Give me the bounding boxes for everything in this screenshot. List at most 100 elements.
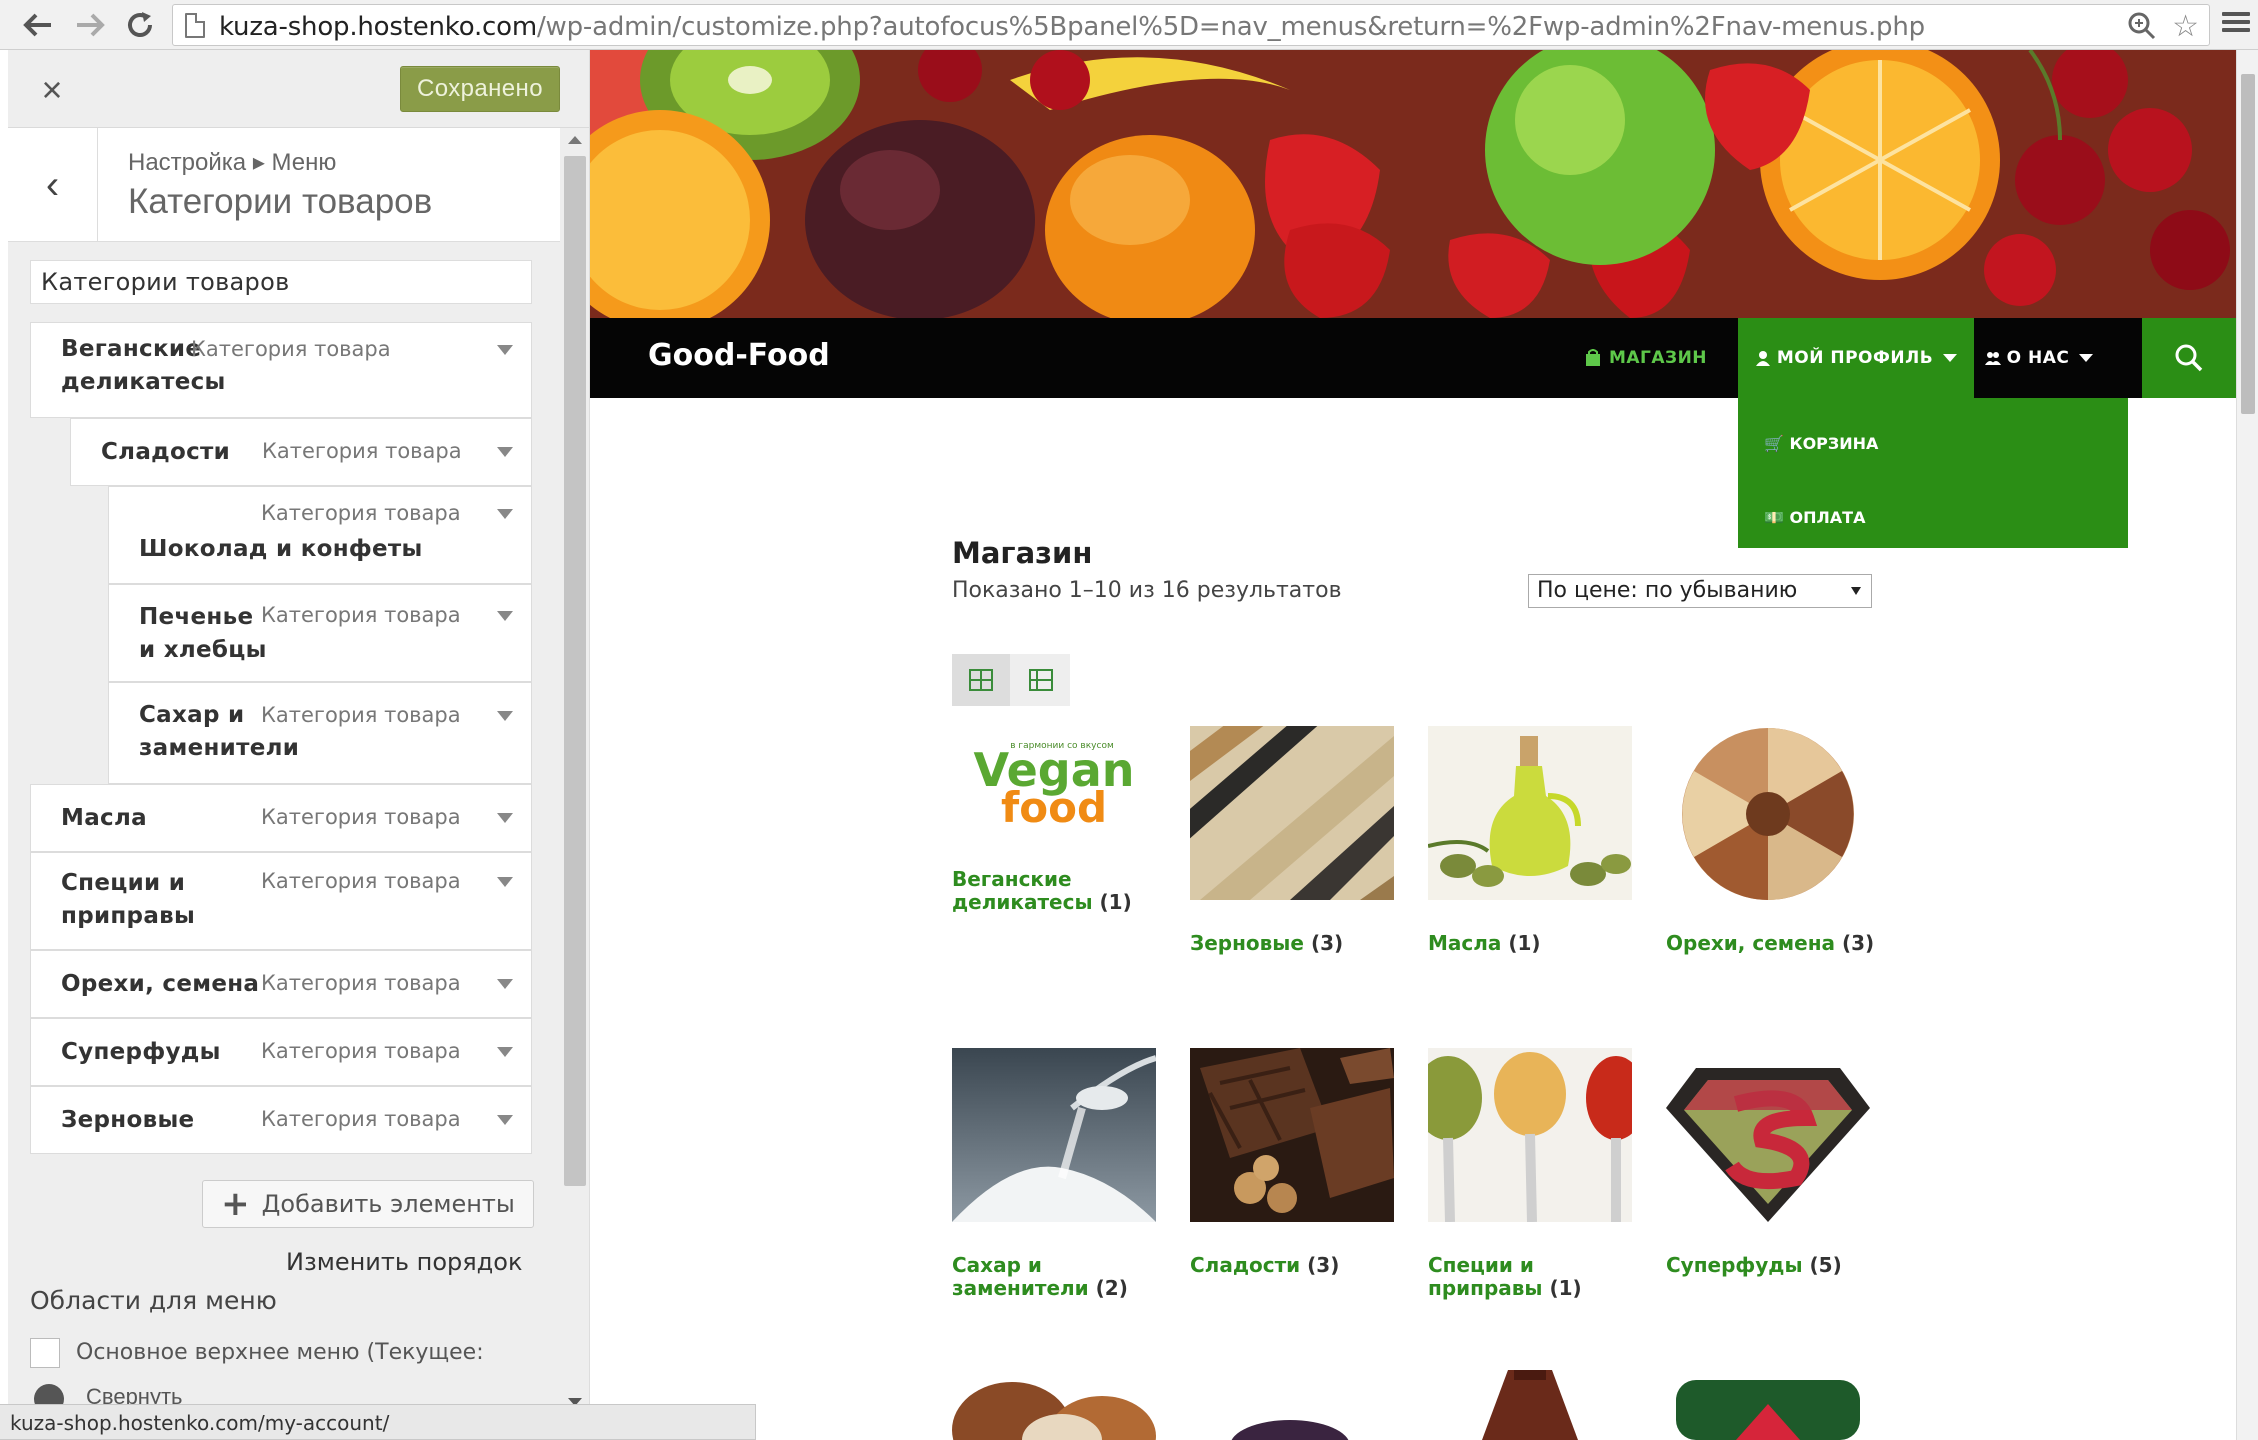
view-toggle [952, 654, 1070, 706]
nav-shop-label: МАГАЗИН [1608, 348, 1708, 368]
expand-arrow-icon[interactable] [497, 711, 513, 721]
category-name[interactable]: Масла (1) [1428, 932, 1638, 955]
category-name[interactable]: Сахар и заменители (2) [952, 1254, 1162, 1300]
expand-arrow-icon[interactable] [497, 979, 513, 989]
reload-icon[interactable] [120, 5, 160, 45]
users-icon [1984, 352, 2001, 365]
expand-arrow-icon[interactable] [497, 877, 513, 887]
expand-arrow-icon[interactable] [497, 345, 513, 355]
dropdown-item-cart[interactable]: 🛒 КОРЗИНА [1764, 434, 1878, 453]
category-image[interactable] [1666, 1370, 1870, 1440]
category-name[interactable]: Сладости (3) [1190, 1254, 1400, 1277]
menu-item-cookies[interactable]: Печенье и хлебцы Категория товара [108, 584, 532, 682]
menu-item-grains[interactable]: Зерновые Категория товара [30, 1086, 532, 1154]
menu-name-input[interactable] [30, 260, 532, 304]
nav-about[interactable]: О НАС [1976, 318, 2102, 398]
site-title[interactable]: Good-Food [648, 338, 830, 373]
category-image[interactable] [1428, 726, 1632, 900]
menu-item-type: Категория товара [261, 703, 461, 727]
category-image[interactable] [1190, 1048, 1394, 1222]
payment-label: ОПЛАТА [1789, 508, 1866, 527]
address-bar[interactable]: kuza-shop.hostenko.com/wp-admin/customiz… [172, 4, 2210, 46]
zoom-icon[interactable] [2127, 11, 2157, 41]
category-name[interactable]: Зерновые (3) [1190, 932, 1400, 955]
caret-down-icon [2079, 354, 2094, 362]
menu-item-sugar[interactable]: Сахар и заменители Категория товара [108, 682, 532, 784]
menu-item-oils[interactable]: Масла Категория товара [30, 784, 532, 852]
url-host: kuza-shop.hostenko.com [219, 12, 537, 42]
forward-arrow-icon[interactable] [70, 5, 110, 45]
site-navbar: Good-Food МАГАЗИН МОЙ ПРОФИЛЬ О НАС [590, 318, 2236, 398]
reorder-link[interactable]: Изменить порядок [286, 1248, 522, 1276]
money-icon: 💵 [1764, 508, 1784, 527]
category-title: Сладости [1190, 1253, 1301, 1277]
panel-scrollbar[interactable] [560, 128, 589, 1440]
dropdown-item-payment[interactable]: 💵 ОПЛАТА [1764, 508, 1865, 527]
menu-item-title: Специи и приправы [61, 870, 196, 929]
category-image[interactable] [952, 1370, 1156, 1440]
add-items-button[interactable]: + Добавить элементы [202, 1180, 534, 1228]
category-image[interactable] [1666, 726, 1870, 900]
menu-item-vegan[interactable]: Веганские деликатесы Категория товара [30, 322, 532, 418]
menu-item-sweets[interactable]: Сладости Категория товара [70, 418, 532, 486]
browser-menu-icon[interactable] [2222, 8, 2250, 40]
menu-item-chocolate[interactable]: Категория товара Шоколад и конфеты [108, 486, 532, 584]
expand-arrow-icon[interactable] [497, 813, 513, 823]
menu-item-title: Веганские деликатесы [61, 336, 226, 395]
customizer-header: × Сохранено [8, 50, 589, 128]
menu-item-nuts[interactable]: Орехи, семена Категория товара [30, 950, 532, 1018]
category-name[interactable]: Суперфуды (5) [1666, 1254, 1876, 1277]
grid-view-button[interactable] [952, 654, 1010, 706]
list-view-button[interactable] [1012, 654, 1070, 706]
category-image[interactable] [1190, 1370, 1394, 1440]
result-count: Показано 1–10 из 16 результатов [952, 578, 1342, 603]
orderby-select[interactable]: По цене: по убыванию [1528, 574, 1872, 608]
menu-item-title: Орехи, семена [61, 971, 260, 997]
menu-item-spices[interactable]: Специи и приправы Категория товара [30, 852, 532, 950]
expand-arrow-icon[interactable] [497, 509, 513, 519]
vegan-logo-bottom: food [1001, 783, 1107, 832]
nav-my-profile[interactable]: МОЙ ПРОФИЛЬ [1738, 318, 1974, 398]
menu-item-title: Сладости [101, 439, 231, 465]
category-image[interactable] [1428, 1370, 1632, 1440]
menu-item-type: Категория товара [261, 971, 461, 995]
category-title: Суперфуды [1666, 1253, 1803, 1277]
back-chevron-icon[interactable]: ‹ [8, 128, 98, 242]
orderby-selected: По цене: по убыванию [1537, 578, 1798, 603]
save-button[interactable]: Сохранено [400, 66, 560, 112]
category-image[interactable] [1428, 1048, 1632, 1222]
scroll-up-arrow-icon[interactable] [568, 136, 582, 144]
primary-menu-checkbox[interactable] [30, 1338, 60, 1368]
category-image[interactable] [1666, 1048, 1870, 1222]
expand-arrow-icon[interactable] [497, 1115, 513, 1125]
category-image[interactable] [1190, 726, 1394, 900]
search-icon [2175, 344, 2203, 372]
category-title: Масла [1428, 931, 1502, 955]
category-image[interactable] [952, 1048, 1156, 1222]
category-title: Сахар и заменители [952, 1253, 1089, 1300]
category-title: Орехи, семена [1666, 931, 1836, 955]
nav-shop[interactable]: МАГАЗИН [1580, 318, 1712, 398]
menu-locations-title: Области для меню [30, 1286, 277, 1315]
hero-fruit-image [590, 50, 2236, 318]
bookmark-star-icon[interactable]: ☆ [2172, 9, 2199, 44]
window-scroll-thumb[interactable] [2241, 74, 2255, 414]
site-preview: Good-Food МАГАЗИН МОЙ ПРОФИЛЬ О НАС 🛒 КО… [590, 50, 2236, 1440]
category-name[interactable]: Веганские деликатесы (1) [952, 868, 1162, 914]
expand-arrow-icon[interactable] [497, 611, 513, 621]
search-button[interactable] [2142, 318, 2236, 398]
scroll-thumb[interactable] [564, 156, 586, 1186]
nav-profile-label: МОЙ ПРОФИЛЬ [1776, 348, 1934, 368]
category-name[interactable]: Специи и приправы (1) [1428, 1254, 1638, 1300]
menu-item-type: Категория товара [261, 1039, 461, 1063]
menu-item-superfoods[interactable]: Суперфуды Категория товара [30, 1018, 532, 1086]
category-count: (3) [1310, 931, 1344, 955]
close-icon[interactable]: × [30, 68, 74, 112]
back-arrow-icon[interactable] [18, 5, 58, 45]
category-name[interactable]: Орехи, семена (3) [1666, 932, 1876, 955]
expand-arrow-icon[interactable] [497, 1047, 513, 1057]
menu-item-title: Шоколад и конфеты [139, 536, 423, 562]
window-scrollbar[interactable] [2236, 50, 2258, 1440]
expand-arrow-icon[interactable] [497, 447, 513, 457]
customizer-panel: × Сохранено ‹ Настройка ▸ Меню Категории… [8, 50, 590, 1440]
